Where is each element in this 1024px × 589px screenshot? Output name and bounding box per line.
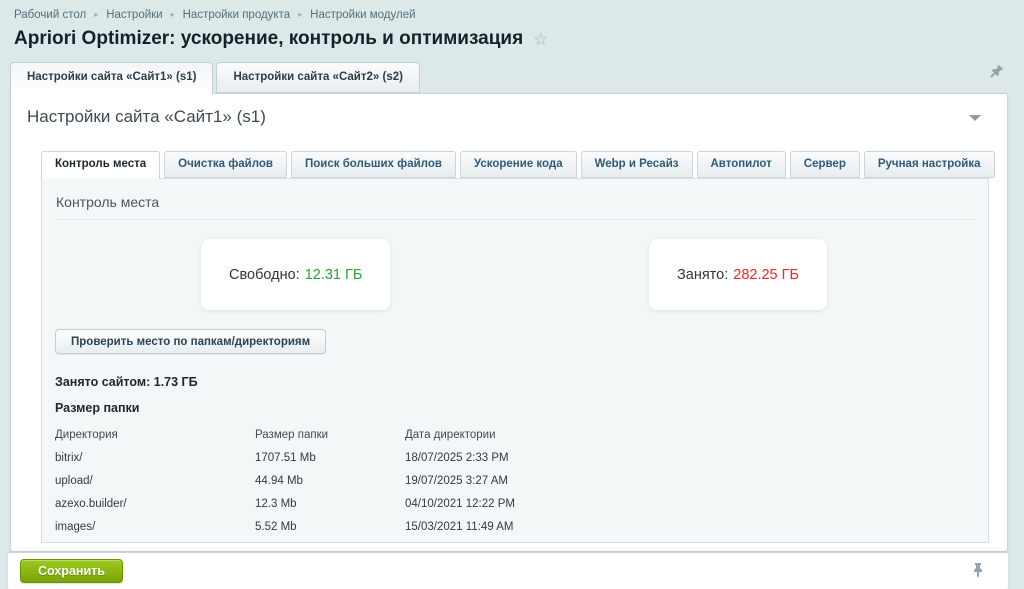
cell-directory: upload/ xyxy=(55,469,255,492)
panel-title: Настройки сайта «Сайт1» (s1) xyxy=(27,107,266,126)
used-space-value: 282.25 ГБ xyxy=(733,267,799,283)
breadcrumb-item-desktop[interactable]: Рабочий стол xyxy=(14,9,86,21)
tab-webp-resize[interactable]: Webp и Ресайз xyxy=(581,151,693,178)
favorite-star-icon[interactable]: ☆ xyxy=(533,31,548,48)
module-tabs: Контроль места Очистка файлов Поиск боль… xyxy=(41,151,989,178)
section-title: Контроль места xyxy=(56,194,974,210)
space-control-content: Контроль места Свободно: 12.31 ГБ Занято… xyxy=(41,178,989,543)
free-space-card: Свободно: 12.31 ГБ xyxy=(201,239,390,310)
table-row: azexo.builder/ 12.3 Mb 04/10/2021 12:22 … xyxy=(55,492,515,515)
check-folders-button[interactable]: Проверить место по папкам/директориям xyxy=(55,329,326,354)
tab-label: Очистка файлов xyxy=(178,158,273,170)
tab-autopilot[interactable]: Автопилот xyxy=(697,151,786,178)
folder-size-title: Размер папки xyxy=(55,401,988,415)
table-header-row: Директория Размер папки Дата директории xyxy=(55,423,515,446)
cell-directory: info/ xyxy=(55,538,255,543)
breadcrumb-item-module-settings[interactable]: Настройки модулей xyxy=(310,9,415,21)
cell-date: 15/03/2021 11:49 AM xyxy=(405,515,515,538)
column-header-size: Размер папки xyxy=(255,423,405,446)
cell-size: 1707.51 Mb xyxy=(255,446,405,469)
free-space-label: Свободно: xyxy=(229,267,300,283)
table-row: upload/ 44.94 Mb 19/07/2025 3:27 AM xyxy=(55,469,515,492)
tab-site2-label: Настройки сайта «Сайт2» (s2) xyxy=(233,71,402,83)
action-bar: Сохранить xyxy=(8,553,1008,589)
tab-label: Автопилот xyxy=(711,158,772,170)
cell-date: 04/10/2021 12:22 PM xyxy=(405,492,515,515)
breadcrumb: Рабочий стол ▸ Настройки ▸ Настройки про… xyxy=(14,9,416,21)
table-row: images/ 5.52 Mb 15/03/2021 11:49 AM xyxy=(55,515,515,538)
cell-date: 19/07/2025 3:27 AM xyxy=(405,469,515,492)
site-usage-text: Занято сайтом: 1.73 ГБ xyxy=(55,375,988,389)
panel-header: Настройки сайта «Сайт1» (s1) xyxy=(11,94,1007,127)
tab-label: Ручная настройка xyxy=(878,158,981,170)
breadcrumb-separator-icon: ▸ xyxy=(171,11,175,19)
tab-label: Сервер xyxy=(804,158,846,170)
cell-size: 44.94 Mb xyxy=(255,469,405,492)
breadcrumb-item-settings[interactable]: Настройки xyxy=(106,9,162,21)
cell-size: 5.52 Mb xyxy=(255,515,405,538)
cell-directory: azexo.builder/ xyxy=(55,492,255,515)
tab-large-files-search[interactable]: Поиск больших файлов xyxy=(291,151,456,178)
tab-manual-setup[interactable]: Ручная настройка xyxy=(864,151,995,178)
site-tabs: Настройки сайта «Сайт1» (s1) Настройки с… xyxy=(10,62,1010,93)
table-row: bitrix/ 1707.51 Mb 18/07/2025 2:33 PM xyxy=(55,446,515,469)
breadcrumb-item-product-settings[interactable]: Настройки продукта xyxy=(183,9,291,21)
page-title-text: Apriori Optimizer: ускорение, контроль и… xyxy=(14,28,523,50)
cell-date: 15/03/2021 11:49 AM xyxy=(405,538,515,543)
tab-label: Контроль места xyxy=(55,158,146,170)
settings-panel: Настройки сайта «Сайт1» (s1) Контроль ме… xyxy=(10,93,1008,552)
tab-label: Поиск больших файлов xyxy=(305,158,442,170)
pin-icon[interactable] xyxy=(988,64,1004,80)
free-space-value: 12.31 ГБ xyxy=(305,267,363,283)
disk-cards: Свободно: 12.31 ГБ Занято: 282.25 ГБ xyxy=(42,220,988,323)
cell-size: 12.3 Mb xyxy=(255,492,405,515)
save-button[interactable]: Сохранить xyxy=(20,559,123,583)
folder-size-table: Директория Размер папки Дата директории … xyxy=(55,423,515,543)
column-header-date: Дата директории xyxy=(405,423,515,446)
tab-site2[interactable]: Настройки сайта «Сайт2» (s2) xyxy=(216,62,419,93)
pin-icon[interactable] xyxy=(970,562,986,578)
tab-server[interactable]: Сервер xyxy=(790,151,860,178)
cell-date: 18/07/2025 2:33 PM xyxy=(405,446,515,469)
column-header-directory: Директория xyxy=(55,423,255,446)
table-row: info/ 0.15 Mb 15/03/2021 11:49 AM xyxy=(55,538,515,543)
breadcrumb-separator-icon: ▸ xyxy=(298,11,302,19)
tab-file-cleanup[interactable]: Очистка файлов xyxy=(164,151,287,178)
tab-site1-label: Настройки сайта «Сайт1» (s1) xyxy=(27,71,196,83)
chevron-down-icon[interactable] xyxy=(969,115,981,121)
tab-label: Ускорение кода xyxy=(474,158,563,170)
tab-space-control[interactable]: Контроль места xyxy=(41,151,160,179)
tab-label: Webp и Ресайз xyxy=(595,158,679,170)
cell-directory: images/ xyxy=(55,515,255,538)
page-title: Apriori Optimizer: ускорение, контроль и… xyxy=(14,28,548,50)
tab-site1[interactable]: Настройки сайта «Сайт1» (s1) xyxy=(10,62,213,94)
tab-code-acceleration[interactable]: Ускорение кода xyxy=(460,151,577,178)
breadcrumb-separator-icon: ▸ xyxy=(94,11,98,19)
used-space-card: Занято: 282.25 ГБ xyxy=(649,239,827,310)
cell-directory: bitrix/ xyxy=(55,446,255,469)
cell-size: 0.15 Mb xyxy=(255,538,405,543)
used-space-label: Занято: xyxy=(677,267,728,283)
